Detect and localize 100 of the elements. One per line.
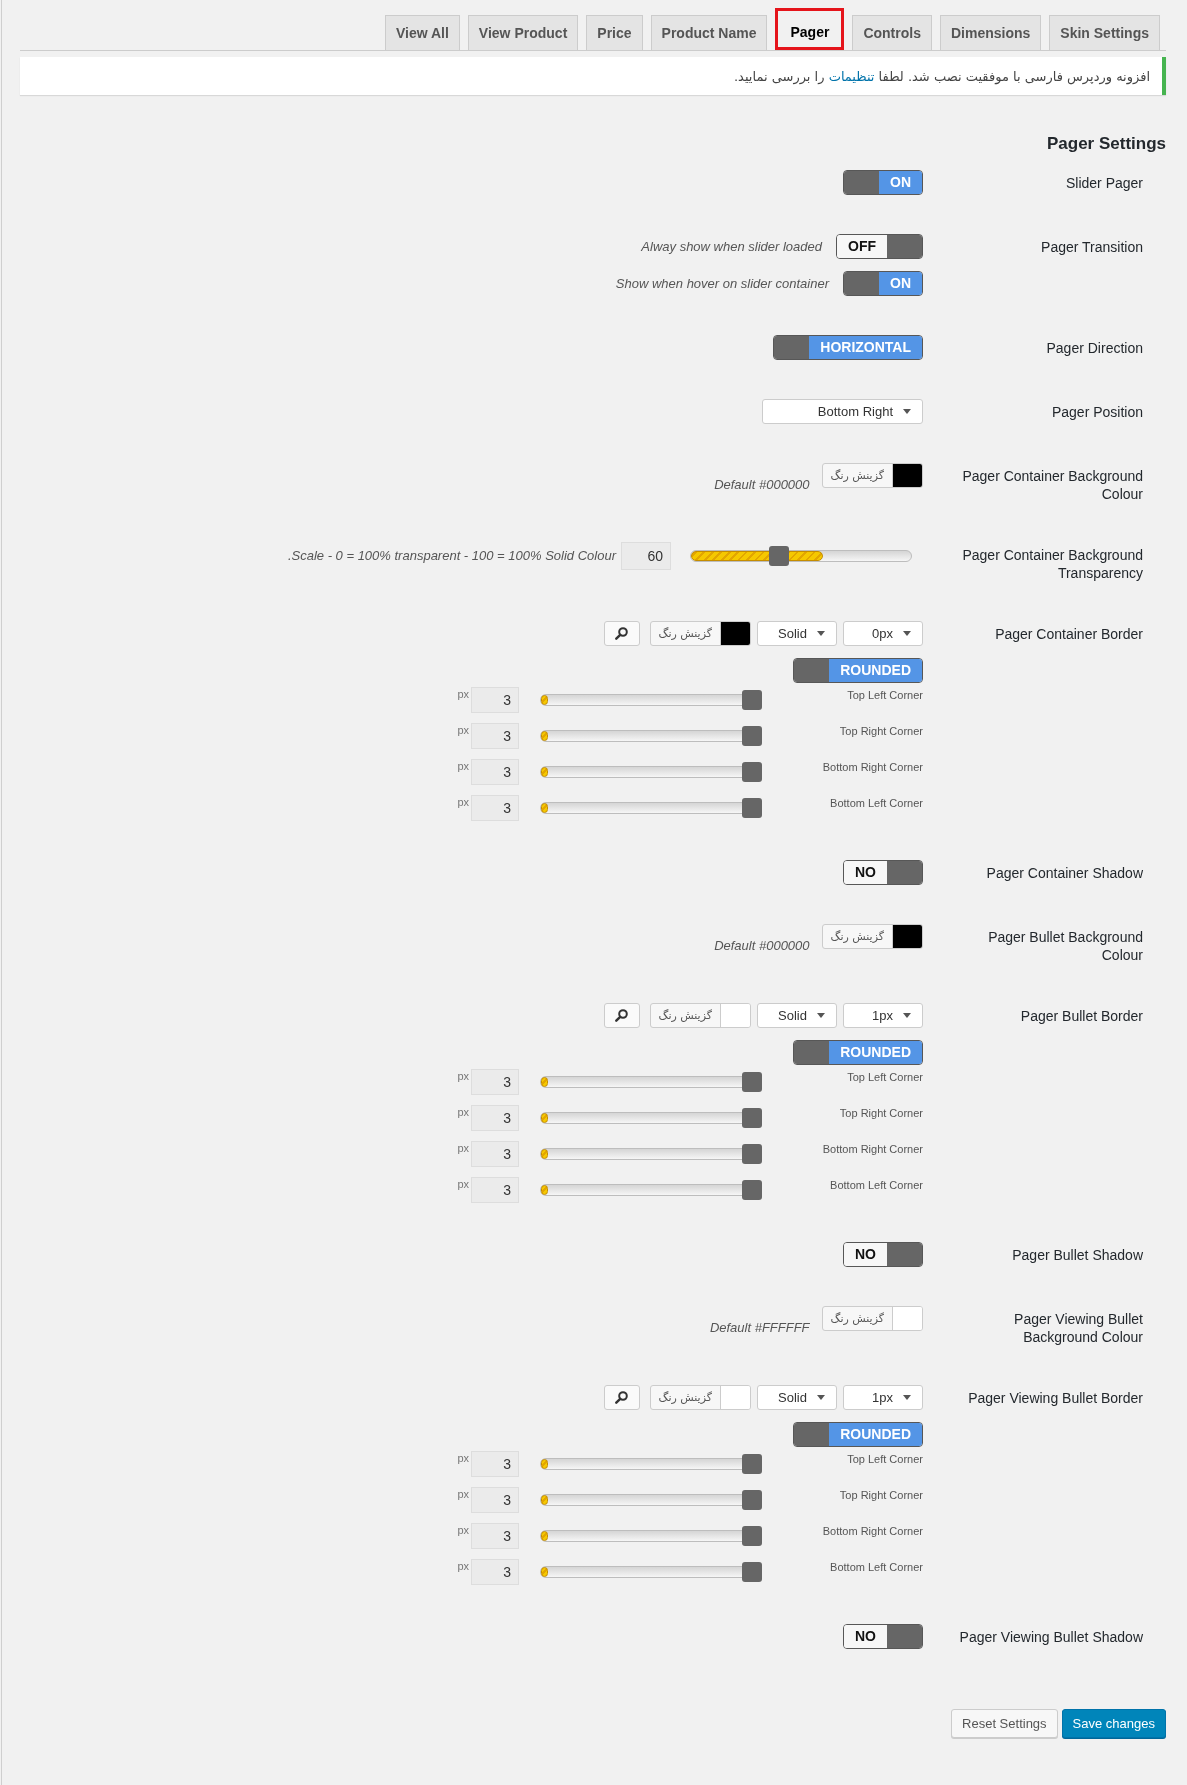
setting-label: Pager Direction <box>1045 339 1143 357</box>
slider-track[interactable] <box>540 690 762 710</box>
caret-icon <box>817 631 825 636</box>
tab[interactable]: Dimensions <box>939 15 1042 50</box>
slider-track[interactable] <box>540 1072 762 1092</box>
slider-track[interactable] <box>540 798 762 818</box>
search-button[interactable] <box>603 1003 640 1028</box>
slider-thumb[interactable] <box>742 690 762 710</box>
corner-label: Bottom Right Corner <box>821 760 923 774</box>
dropdown[interactable]: Solid <box>757 621 837 646</box>
slider-track[interactable] <box>540 1490 762 1510</box>
dropdown[interactable]: 1px <box>843 1385 923 1410</box>
slider-thumb[interactable] <box>768 546 789 566</box>
number-field[interactable]: 3 <box>471 1141 519 1167</box>
number-field[interactable]: 3 <box>471 1523 519 1549</box>
slider-track[interactable] <box>690 546 912 566</box>
toggle-switch[interactable]: NO <box>843 1242 923 1267</box>
corner-label: Top Right Corner <box>838 724 923 738</box>
slider-track[interactable] <box>540 1526 762 1546</box>
number-field[interactable]: 3 <box>471 687 519 713</box>
tab[interactable]: Price <box>586 15 643 50</box>
slider-thumb[interactable] <box>742 798 762 818</box>
color-picker[interactable]: گزینش رنگ <box>821 1306 923 1331</box>
slider-track[interactable] <box>540 1144 762 1164</box>
corner-label: Bottom Right Corner <box>821 1524 923 1538</box>
corner-label: Bottom Left Corner <box>829 1560 923 1574</box>
slider-thumb[interactable] <box>742 1144 762 1164</box>
slider-thumb[interactable] <box>742 1108 762 1128</box>
slider-thumb[interactable] <box>742 1072 762 1092</box>
color-picker[interactable]: گزینش رنگ <box>649 1003 751 1028</box>
color-picker[interactable]: گزینش رنگ <box>649 1385 751 1410</box>
number-field[interactable]: 60 <box>621 542 671 570</box>
option-caption: Alway show when slider loaded <box>641 237 822 256</box>
corner-label: Bottom Left Corner <box>829 1178 923 1192</box>
slider-track[interactable] <box>540 1454 762 1474</box>
unit-label: px <box>457 687 469 701</box>
caret-icon <box>903 1395 911 1400</box>
dropdown[interactable]: Solid <box>757 1003 837 1028</box>
dropdown[interactable]: 1px <box>843 1003 923 1028</box>
slider-thumb[interactable] <box>742 726 762 746</box>
unit-label: px <box>457 1451 469 1465</box>
slider-thumb[interactable] <box>742 1490 762 1510</box>
setting-label: Pager Bullet Border <box>1019 1007 1143 1025</box>
setting-label: Pager Position <box>1050 403 1143 421</box>
number-field[interactable]: 3 <box>471 1559 519 1585</box>
unit-label: px <box>457 1105 469 1119</box>
reset-button[interactable]: Reset Settings <box>951 1709 1058 1738</box>
slider-track[interactable] <box>540 1180 762 1200</box>
slider-thumb[interactable] <box>742 1562 762 1582</box>
tab[interactable]: View Product <box>467 15 579 50</box>
search-icon <box>615 627 629 640</box>
settings-link[interactable]: تنظیمات <box>828 68 875 84</box>
search-icon <box>615 1391 629 1404</box>
tab[interactable]: Controls <box>852 15 932 50</box>
setting-label: Pager Viewing Bullet Border <box>967 1389 1143 1407</box>
tab[interactable]: Product Name <box>650 15 768 50</box>
save-button[interactable]: Save changes <box>1061 1709 1166 1738</box>
corner-label: Top Left Corner <box>846 1070 923 1084</box>
search-button[interactable] <box>603 621 640 646</box>
corner-label: Top Right Corner <box>838 1488 923 1502</box>
toggle-switch[interactable]: NO <box>843 860 923 885</box>
dropdown[interactable]: Solid <box>757 1385 837 1410</box>
hint-text: Default #000000 <box>714 476 810 494</box>
setting-label: Pager Viewing Bullet Shadow <box>958 1628 1143 1646</box>
dropdown[interactable]: Bottom Right <box>762 399 923 424</box>
corner-label: Bottom Left Corner <box>829 796 923 810</box>
slider-thumb[interactable] <box>742 1180 762 1200</box>
slider-thumb[interactable] <box>742 1526 762 1546</box>
corner-label: Top Right Corner <box>838 1106 923 1120</box>
number-field[interactable]: 3 <box>471 759 519 785</box>
slider-track[interactable] <box>540 1562 762 1582</box>
tab[interactable]: Skin Settings <box>1049 15 1160 50</box>
number-field[interactable]: 3 <box>471 795 519 821</box>
setting-label: Pager Container Background Transparency <box>961 546 1143 582</box>
unit-label: px <box>457 1141 469 1155</box>
unit-label: px <box>457 759 469 773</box>
slider-track[interactable] <box>540 726 762 746</box>
color-picker[interactable]: گزینش رنگ <box>821 924 923 949</box>
number-field[interactable]: 3 <box>471 1487 519 1513</box>
search-button[interactable] <box>603 1385 640 1410</box>
tab[interactable]: Pager <box>775 8 845 50</box>
tab[interactable]: View All <box>384 15 460 50</box>
number-field[interactable]: 3 <box>471 1105 519 1131</box>
section-heading: Pager Settings <box>1045 134 1166 154</box>
hint-text: .Scale - 0 = 100% transparent - 100 = 100% Solid Colour <box>287 547 616 565</box>
slider-thumb[interactable] <box>742 762 762 782</box>
setting-label: Pager Container Border <box>994 625 1143 643</box>
dropdown[interactable]: 0px <box>843 621 923 646</box>
color-picker[interactable]: گزینش رنگ <box>821 463 923 488</box>
color-picker[interactable]: گزینش رنگ <box>649 621 751 646</box>
toggle-switch[interactable]: OFF <box>836 234 923 259</box>
number-field[interactable]: 3 <box>471 1177 519 1203</box>
slider-track[interactable] <box>540 1108 762 1128</box>
number-field[interactable]: 3 <box>471 1069 519 1095</box>
corner-label: Bottom Right Corner <box>821 1142 923 1156</box>
slider-thumb[interactable] <box>742 1454 762 1474</box>
slider-track[interactable] <box>540 762 762 782</box>
toggle-switch[interactable]: NO <box>843 1624 923 1649</box>
number-field[interactable]: 3 <box>471 1451 519 1477</box>
number-field[interactable]: 3 <box>471 723 519 749</box>
